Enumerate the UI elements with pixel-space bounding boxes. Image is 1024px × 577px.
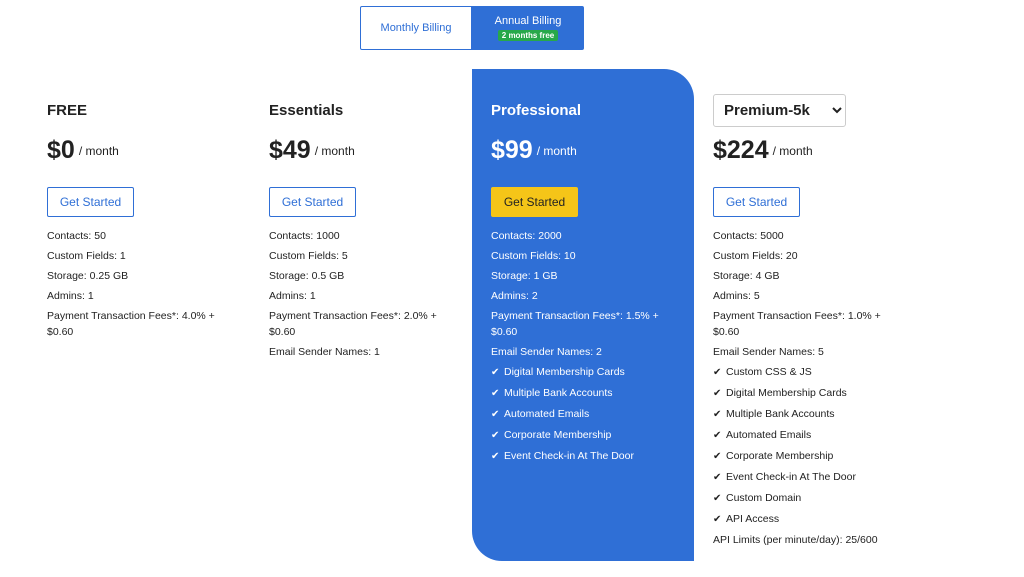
feature-check-item: ✔ Custom CSS & JS [713,362,923,383]
feature-check-item: ✔ Automated Emails [491,404,701,425]
checkmark-icon: ✔ [491,430,500,441]
price-amount: $49 [269,136,311,164]
feature-check-label: Automated Emails [504,408,590,420]
feature-check-item: ✔ API Access [713,509,923,530]
price-amount: $0 [47,136,75,164]
checkmark-icon: ✔ [713,367,722,378]
feature-list: Contacts: 1000 Custom Fields: 5 Storage:… [269,226,479,362]
plan-price: $224/ month [713,136,813,165]
feature-item: Custom Fields: 5 [269,250,348,262]
plan-name: Professional [491,102,582,119]
annual-discount-badge: 2 months free [497,30,559,41]
price-amount: $224 [713,136,769,164]
feature-check-item: ✔ Multiple Bank Accounts [713,404,923,425]
feature-item: Storage: 1 GB [491,270,558,282]
feature-list: Contacts: 5000 Custom Fields: 20 Storage… [713,226,923,550]
feature-item: Payment Transaction Fees*: 2.0% + $0.60 [269,310,437,338]
checkmark-icon: ✔ [491,367,500,378]
checkmark-icon: ✔ [713,514,722,525]
feature-check-label: Digital Membership Cards [504,366,625,378]
checkmark-icon: ✔ [713,388,722,399]
feature-item: Admins: 1 [47,290,94,302]
get-started-button[interactable]: Get Started [47,187,134,217]
feature-item: Custom Fields: 10 [491,250,576,262]
checkmark-icon: ✔ [713,409,722,420]
price-period: / month [78,143,119,158]
feature-item: Custom Fields: 1 [47,250,126,262]
feature-item: Contacts: 2000 [491,230,562,242]
monthly-billing-option[interactable]: Monthly Billing [360,6,472,50]
feature-item: Admins: 5 [713,290,760,302]
feature-check-item: ✔ Digital Membership Cards [491,362,701,383]
billing-toggle: Monthly Billing Annual Billing 2 months … [360,6,584,50]
feature-check-label: Corporate Membership [504,429,612,441]
feature-item: Storage: 4 GB [713,270,780,282]
feature-item: Contacts: 1000 [269,230,340,242]
price-period: / month [314,143,355,158]
feature-check-label: Automated Emails [726,429,812,441]
checkmark-icon: ✔ [713,493,722,504]
get-started-button[interactable]: Get Started [491,187,578,217]
feature-check-label: Event Check-in At The Door [726,471,856,483]
price-period: / month [772,143,813,158]
feature-item: Storage: 0.5 GB [269,270,345,282]
feature-item: Storage: 0.25 GB [47,270,129,282]
plan-price: $49/ month [269,136,355,165]
price-period: / month [536,143,577,158]
feature-check-label: Corporate Membership [726,450,834,462]
checkmark-icon: ✔ [713,451,722,462]
feature-check-item: ✔ Corporate Membership [713,446,923,467]
plan-name: FREE [47,102,88,119]
annual-billing-label: Annual Billing [494,15,562,27]
checkmark-icon: ✔ [491,388,500,399]
checkmark-icon: ✔ [713,430,722,441]
checkmark-icon: ✔ [491,409,500,420]
feature-check-label: Multiple Bank Accounts [726,408,835,420]
feature-check-label: Digital Membership Cards [726,387,847,399]
checkmark-icon: ✔ [713,472,722,483]
feature-check-item: ✔ Multiple Bank Accounts [491,383,701,404]
feature-item: Email Sender Names: 1 [269,346,380,358]
feature-item: Payment Transaction Fees*: 1.5% + $0.60 [491,310,659,338]
feature-item: Admins: 2 [491,290,538,302]
feature-list: Contacts: 50 Custom Fields: 1 Storage: 0… [47,226,257,342]
feature-check-label: Custom CSS & JS [726,366,812,378]
feature-item: Custom Fields: 20 [713,250,798,262]
get-started-button[interactable]: Get Started [713,187,800,217]
feature-check-item: ✔ Automated Emails [713,425,923,446]
feature-check-label: Custom Domain [726,492,802,504]
feature-item: Contacts: 50 [47,230,106,242]
feature-item: Payment Transaction Fees*: 4.0% + $0.60 [47,310,215,338]
feature-check-label: Multiple Bank Accounts [504,387,613,399]
feature-check-item: ✔ Custom Domain [713,488,923,509]
feature-check-item: ✔ Event Check-in At The Door [713,467,923,488]
price-amount: $99 [491,136,533,164]
feature-list: Contacts: 2000 Custom Fields: 10 Storage… [491,226,701,467]
feature-check-label: Event Check-in At The Door [504,450,634,462]
monthly-billing-label: Monthly Billing [380,22,452,34]
feature-check-item: ✔ Corporate Membership [491,425,701,446]
api-limits-text: API Limits (per minute/day): 25/600 [713,534,878,546]
plan-price: $0/ month [47,136,119,165]
feature-check-item: ✔ Digital Membership Cards [713,383,923,404]
feature-item: Email Sender Names: 2 [491,346,602,358]
plan-price: $99/ month [491,136,577,165]
feature-check-label: API Access [726,513,780,525]
feature-item: Contacts: 5000 [713,230,784,242]
plan-name: Essentials [269,102,344,119]
feature-check-item: ✔ Event Check-in At The Door [491,446,701,467]
annual-billing-option[interactable]: Annual Billing 2 months free [472,6,584,50]
plan-tier-select[interactable]: Premium-5k [713,94,846,127]
get-started-button[interactable]: Get Started [269,187,356,217]
feature-item: Admins: 1 [269,290,316,302]
checkmark-icon: ✔ [491,451,500,462]
feature-item: Email Sender Names: 5 [713,346,824,358]
feature-item: Payment Transaction Fees*: 1.0% + $0.60 [713,310,881,338]
